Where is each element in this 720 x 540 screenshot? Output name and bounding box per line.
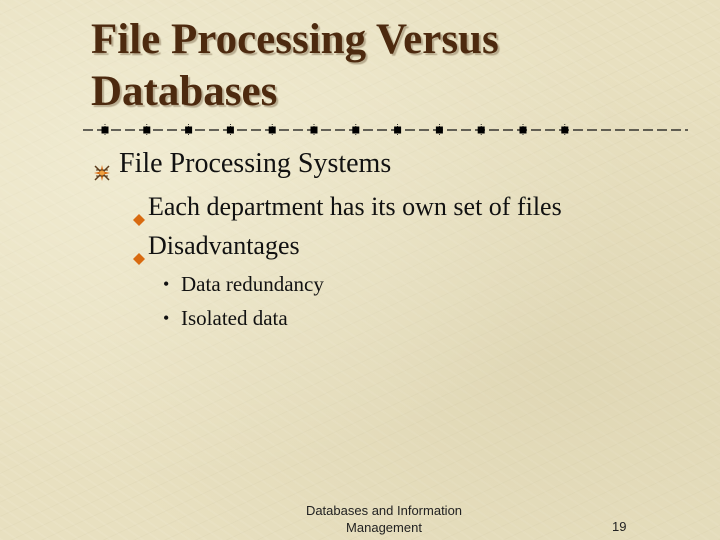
bullet-level-3: • Data redundancy [163,270,324,298]
bullet-text: Each department has its own set of files [148,192,562,221]
bullet-level-2: Disadvantages [133,229,300,265]
dot-bullet-icon: • [163,308,170,328]
footer-caption: Databases and Information Management [290,502,478,536]
diamond-bullet-icon [133,201,145,226]
bullet-level-1: File Processing Systems [93,145,391,183]
bullet-text: Isolated data [181,306,288,330]
page-number: 19 [612,519,627,534]
slide-title-line-2: Databases [91,68,278,115]
star-burst-icon [93,155,111,181]
bullet-text: File Processing Systems [119,148,392,179]
bullet-text: Data redundancy [181,272,324,296]
bullet-level-2: Each department has its own set of files [133,190,562,226]
diamond-bullet-icon [133,240,145,265]
slide-title-line-1: File Processing Versus [91,16,499,63]
slide-title: File Processing Versus Databases [91,14,499,118]
title-divider [83,124,700,136]
bullet-level-3: • Isolated data [163,304,288,332]
dot-bullet-icon: • [163,274,170,294]
bullet-text: Disadvantages [148,231,300,260]
footer-line-1: Databases and Information [305,503,463,518]
footer-line-2: Management [346,520,422,535]
dashed-divider-line [83,124,688,136]
